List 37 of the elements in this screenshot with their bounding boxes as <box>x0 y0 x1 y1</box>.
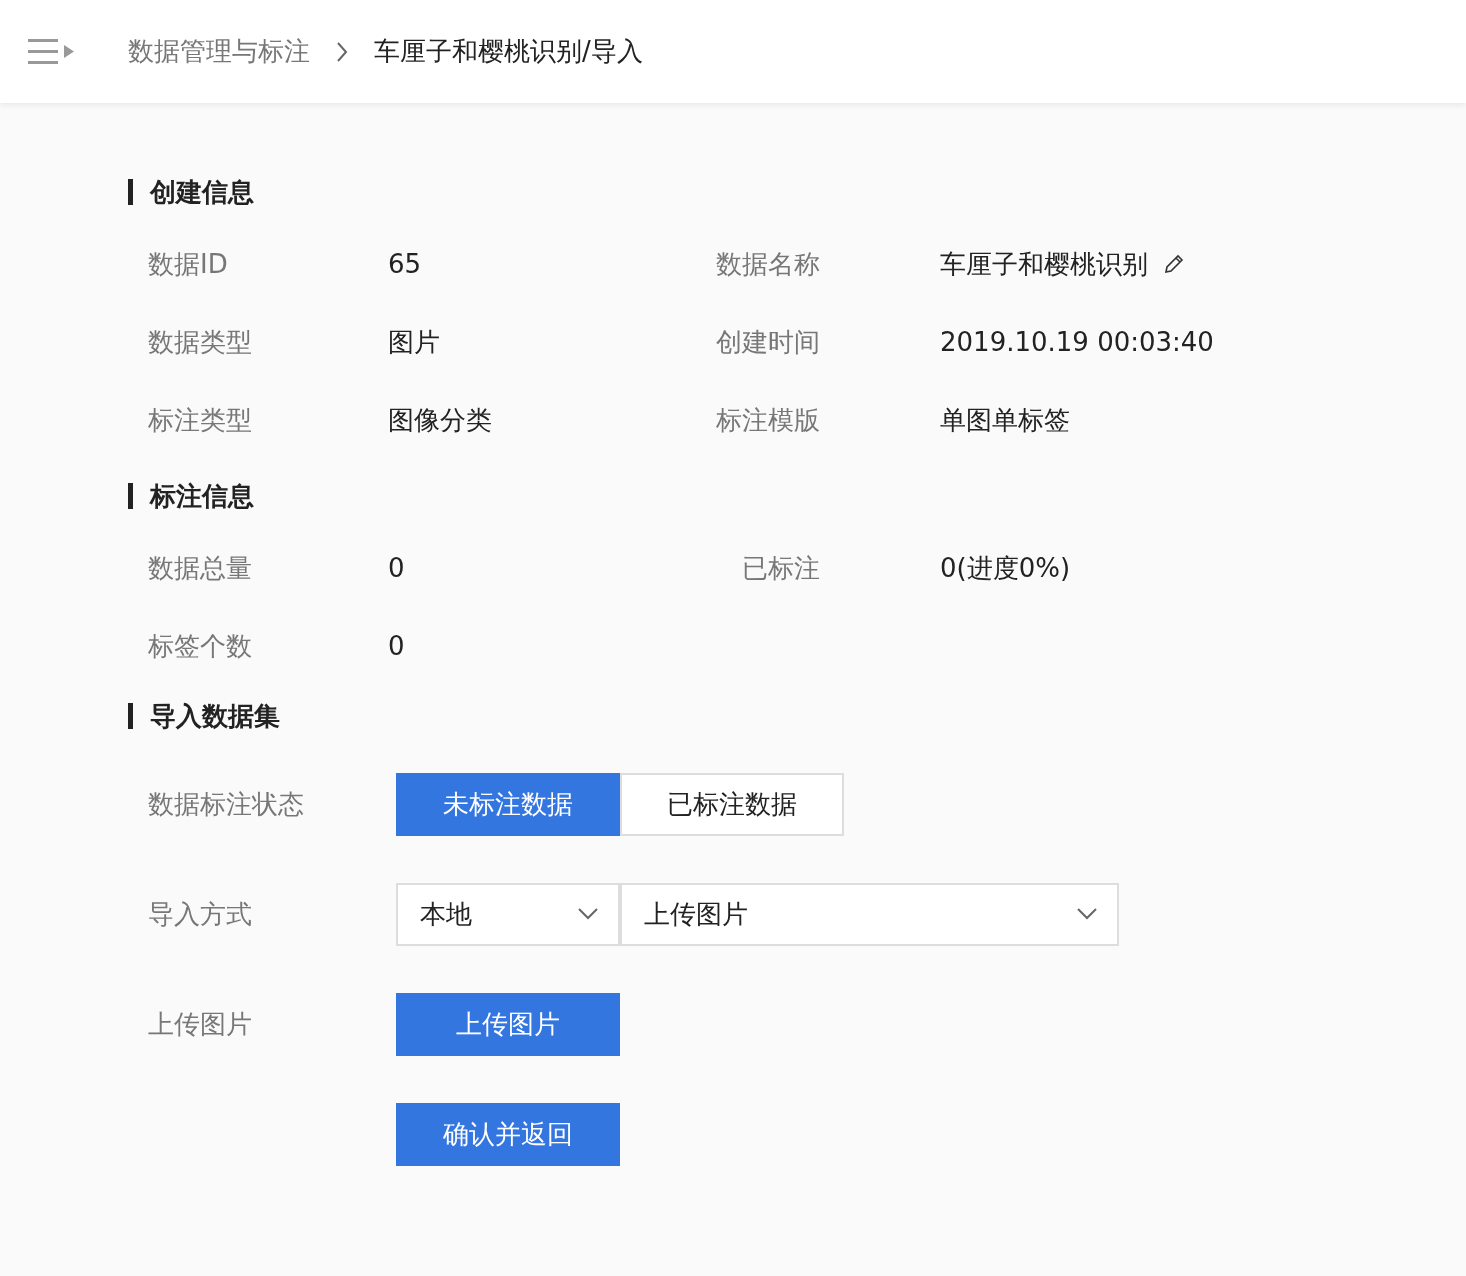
upload-button[interactable]: 上传图片 <box>396 992 620 1056</box>
breadcrumb-item: 车厘子和樱桃识别/导入 <box>374 35 643 68</box>
field-value: 65 <box>388 249 422 279</box>
field-label: 标注模版 <box>715 403 820 437</box>
field-label: 数据名称 <box>715 247 820 281</box>
field-label: 导入方式 <box>148 897 253 931</box>
section-heading: 导入数据集 <box>128 703 1466 729</box>
field-label: 数据标注状态 <box>148 787 305 821</box>
field-label: 已标注 <box>741 551 820 585</box>
field-label: 数据总量 <box>148 551 253 585</box>
field-label: 数据ID <box>148 247 229 281</box>
field-value: 图像分类 <box>388 403 492 437</box>
field-value: 0(进度0%) <box>940 551 1071 585</box>
chevron-down-icon <box>578 908 598 920</box>
toggle-option[interactable]: 未标注数据 <box>396 772 620 836</box>
field-value: 单图单标签 <box>940 403 1070 437</box>
chevron-down-icon <box>1077 908 1097 920</box>
field-value: 图片 <box>388 325 440 359</box>
field-value: 2019.10.19 00:03:40 <box>940 327 1214 357</box>
toggle-option[interactable]: 已标注数据 <box>620 772 844 836</box>
type-dropdown[interactable]: 上传图片 <box>620 882 1119 946</box>
section-heading: 标注信息 <box>128 483 1466 509</box>
chevron-right-icon <box>336 40 348 63</box>
section-heading: 创建信息 <box>128 179 1466 205</box>
breadcrumb-item[interactable]: 数据管理与标注 <box>128 34 310 69</box>
source-dropdown[interactable]: 本地 <box>396 882 620 946</box>
field-label: 标签个数 <box>148 629 253 663</box>
field-label: 标注类型 <box>148 403 253 437</box>
field-value: 0 <box>388 553 405 583</box>
field-value: 车厘子和樱桃识别 <box>940 247 1148 281</box>
pencil-icon[interactable] <box>1162 252 1186 276</box>
field-label: 上传图片 <box>148 1007 253 1041</box>
field-label: 数据类型 <box>148 325 253 359</box>
field-label: 创建时间 <box>715 325 820 359</box>
menu-icon[interactable] <box>28 36 76 67</box>
confirm-button[interactable]: 确认并返回 <box>396 1102 620 1166</box>
field-value: 0 <box>388 631 405 661</box>
